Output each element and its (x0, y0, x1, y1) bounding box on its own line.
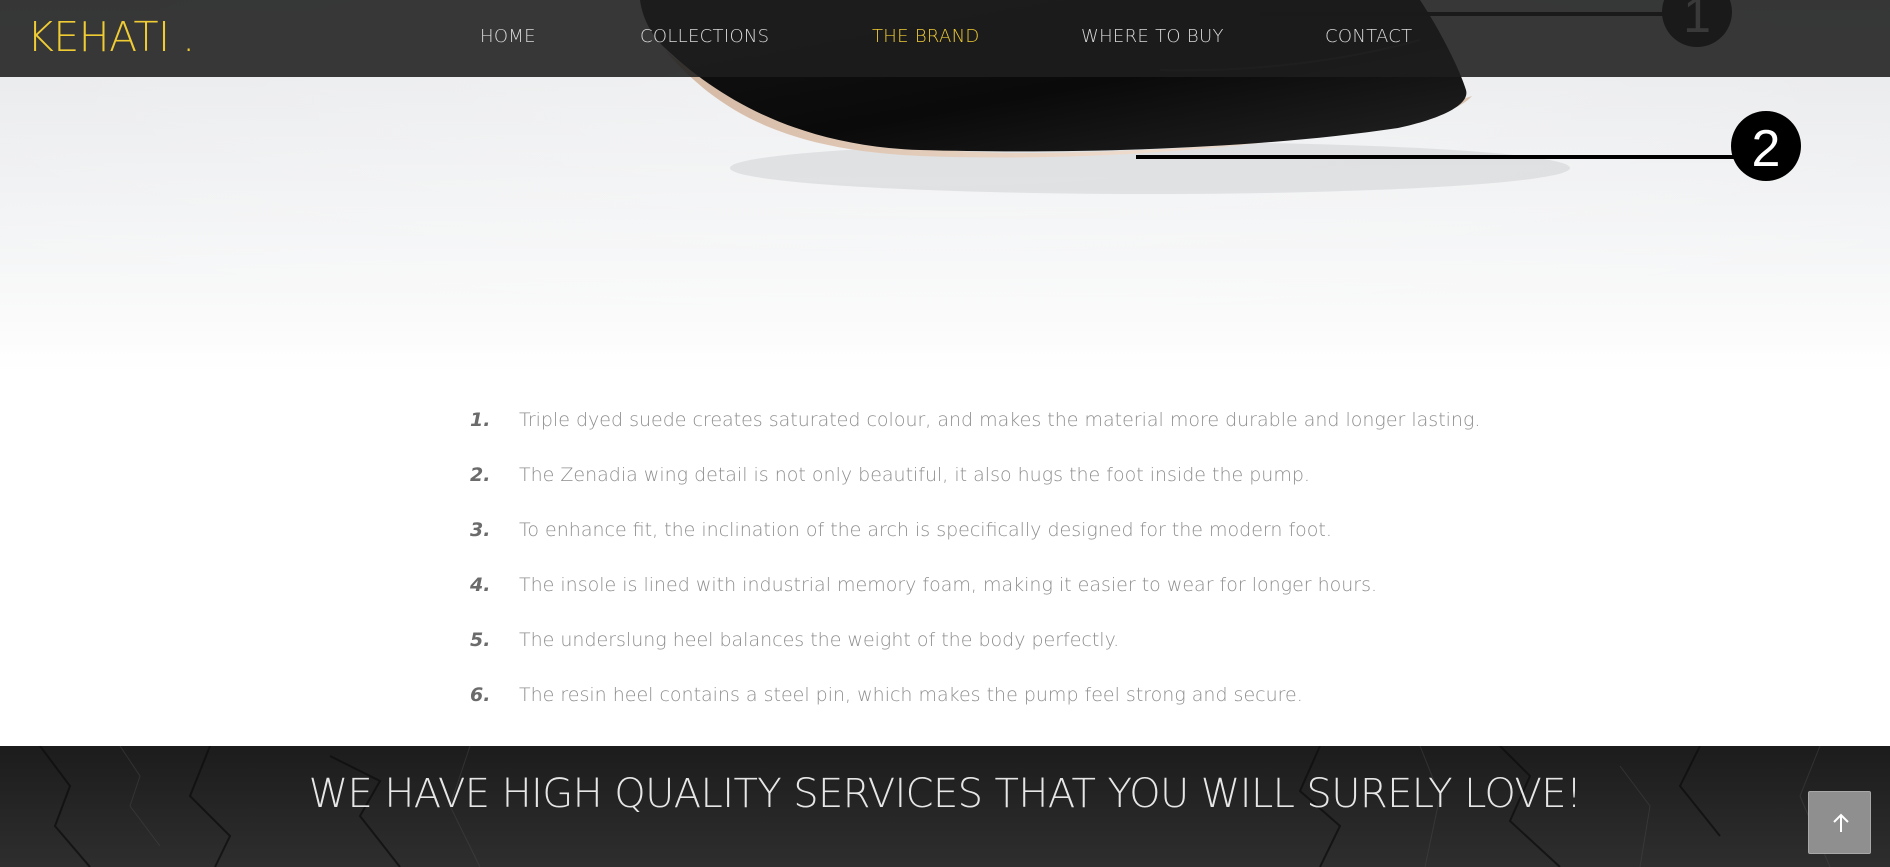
brand-logo[interactable]: KEHATI . (27, 14, 195, 60)
banner-heading: WE HAVE HIGH QUALITY SERVICES THAT YOU W… (308, 771, 1582, 817)
arrow-up-icon (1833, 813, 1849, 832)
list-item-text: The insole is lined with industrial memo… (519, 574, 1378, 596)
list-item: 5. The underslung heel balances the weig… (470, 625, 1470, 680)
nav-the-brand[interactable]: THE BRAND (872, 26, 980, 48)
list-item-number: 2. (470, 464, 491, 486)
list-item: 6. The resin heel contains a steel pin, … (470, 680, 1470, 735)
list-item: 2. The Zenadia wing detail is not only b… (470, 460, 1470, 515)
nav-home[interactable]: HOME (480, 26, 536, 48)
list-item-number: 1. (470, 409, 491, 431)
list-item-text: The resin heel contains a steel pin, whi… (519, 684, 1303, 706)
list-item-number: 4. (470, 574, 491, 596)
svg-text:2: 2 (1752, 120, 1781, 178)
nav-where-to-buy[interactable]: WHERE TO BUY (1081, 26, 1224, 48)
callout-marker-2: 2 (1731, 111, 1801, 181)
nav-collections[interactable]: COLLECTIONS (640, 26, 769, 48)
features-list: 1. Triple dyed suede creates saturated c… (470, 405, 1480, 735)
services-banner: WE HAVE HIGH QUALITY SERVICES THAT YOU W… (0, 746, 1890, 867)
nav-contact[interactable]: CONTACT (1325, 26, 1412, 48)
list-item-text: Triple dyed suede creates saturated colo… (519, 409, 1481, 431)
list-item-number: 5. (470, 629, 491, 651)
list-item-number: 3. (470, 519, 491, 541)
list-item-text: The underslung heel balances the weight … (519, 629, 1120, 651)
list-item: 4. The insole is lined with industrial m… (470, 570, 1470, 625)
back-to-top-button[interactable] (1808, 791, 1871, 854)
list-item: 3. To enhance fit, the inclination of th… (470, 515, 1470, 570)
list-item-text: To enhance fit, the inclination of the a… (519, 519, 1332, 541)
list-item-text: The Zenadia wing detail is not only beau… (519, 464, 1310, 486)
top-navbar: KEHATI . HOME COLLECTIONS THE BRAND WHER… (0, 0, 1890, 77)
list-item-number: 6. (470, 684, 491, 706)
list-item: 1. Triple dyed suede creates saturated c… (470, 405, 1480, 460)
